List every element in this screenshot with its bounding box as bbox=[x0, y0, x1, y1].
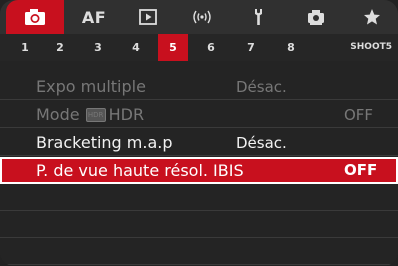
page-4[interactable]: 4 bbox=[125, 34, 147, 61]
page-2[interactable]: 2 bbox=[49, 34, 71, 61]
tab-custom-functions[interactable] bbox=[290, 0, 342, 34]
star-icon bbox=[364, 9, 380, 25]
menu-row-empty bbox=[0, 239, 398, 265]
tab-af-label: AF bbox=[81, 7, 107, 27]
tab-network[interactable] bbox=[176, 0, 228, 34]
playback-icon bbox=[139, 9, 157, 25]
menu-item-label: P. de vue haute résol. IBIS bbox=[36, 161, 244, 180]
menu-item-label-prefix: Mode bbox=[36, 105, 80, 124]
tab-my-menu[interactable] bbox=[346, 0, 398, 34]
menu-item-focus-bracketing[interactable]: Bracketing m.a.p Désac. bbox=[0, 130, 398, 156]
menu-list: Expo multiple Désac. Mode HDR HDR OFF Br… bbox=[0, 61, 398, 266]
camera-icon bbox=[25, 9, 45, 25]
menu-item-ibis-high-res-shot[interactable]: P. de vue haute résol. IBIS OFF bbox=[0, 157, 398, 184]
camera-menu-screen: AF 1 2 3 4 5 6 7 8 SHOOT5 Expo multiple … bbox=[0, 0, 398, 266]
menu-item-multiple-exposure[interactable]: Expo multiple Désac. bbox=[0, 74, 398, 100]
menu-item-hdr-mode[interactable]: Mode HDR HDR OFF bbox=[0, 102, 398, 128]
page-6[interactable]: 6 bbox=[200, 34, 222, 61]
tab-af[interactable]: AF bbox=[70, 0, 118, 34]
menu-item-value: Désac. bbox=[236, 78, 287, 96]
tab-shoot[interactable] bbox=[6, 0, 64, 34]
menu-item-label: Mode HDR HDR bbox=[36, 102, 144, 128]
custom-functions-icon bbox=[308, 10, 324, 25]
menu-row-empty bbox=[0, 212, 398, 238]
wrench-icon bbox=[255, 9, 262, 25]
menu-page-bar: 1 2 3 4 5 6 7 8 SHOOT5 bbox=[0, 34, 398, 61]
wireless-icon bbox=[193, 10, 211, 24]
page-3[interactable]: 3 bbox=[87, 34, 109, 61]
menu-item-value: OFF bbox=[344, 106, 374, 124]
hdr-icon: HDR bbox=[85, 108, 106, 122]
menu-item-label-suffix: HDR bbox=[108, 105, 145, 124]
page-8[interactable]: 8 bbox=[280, 34, 302, 61]
menu-item-value: Désac. bbox=[236, 134, 287, 152]
tab-playback[interactable] bbox=[122, 0, 174, 34]
page-1[interactable]: 1 bbox=[14, 34, 36, 61]
menu-item-label: Expo multiple bbox=[36, 77, 146, 96]
page-7[interactable]: 7 bbox=[240, 34, 262, 61]
menu-tab-bar: AF bbox=[0, 0, 398, 34]
menu-item-value: OFF bbox=[344, 161, 378, 179]
menu-row-empty bbox=[0, 185, 398, 211]
page-name: SHOOT5 bbox=[350, 42, 392, 52]
page-5[interactable]: 5 bbox=[158, 34, 188, 61]
menu-item-label: Bracketing m.a.p bbox=[36, 133, 173, 152]
tab-setup[interactable] bbox=[234, 0, 286, 34]
